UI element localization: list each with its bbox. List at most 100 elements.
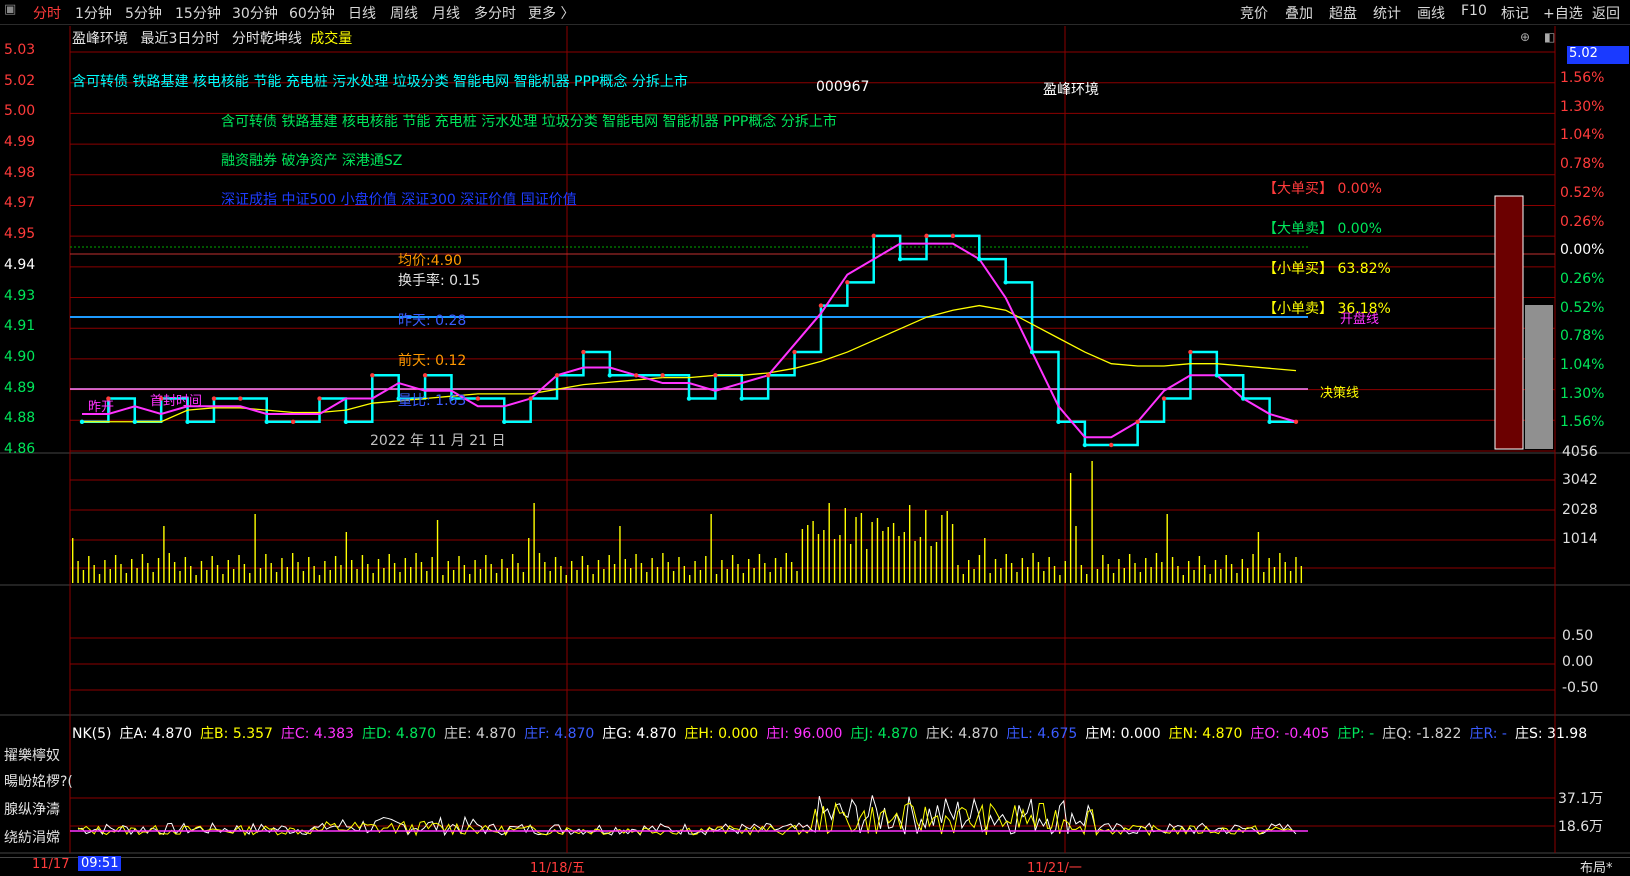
volume-bar: [721, 560, 723, 583]
price-point: [924, 233, 929, 239]
volume-bar: [1187, 561, 1190, 583]
volume-bar: [1252, 554, 1254, 583]
left-axis-label: 4.89: [4, 379, 36, 396]
volume-bar: [1107, 564, 1109, 583]
volume-bar: [823, 530, 825, 583]
volume-bar: [329, 570, 331, 583]
volume-bar: [501, 559, 503, 583]
volume-bar: [447, 561, 449, 583]
left-row-2[interactable]: 暘岎姳椤?(: [4, 771, 73, 791]
left-row-1[interactable]: 擢樂檸奴: [4, 745, 60, 765]
volume-bar: [774, 558, 777, 583]
price-point: [185, 419, 190, 424]
volume-bar: [1000, 568, 1002, 583]
volume-bar: [1096, 569, 1099, 583]
volume-bar: [318, 575, 321, 583]
volume-bar: [1048, 557, 1050, 583]
price-point: [634, 373, 639, 378]
volume-bar: [265, 554, 267, 583]
macd-axis-label: -0.50: [1562, 680, 1599, 696]
volume-bar: [340, 565, 342, 583]
price-point: [1241, 396, 1246, 401]
volume-bar: [651, 558, 653, 583]
left-axis-label: 4.93: [4, 287, 36, 304]
date-axis-bar: [0, 857, 1630, 876]
volume-axis-label: 2028: [1562, 502, 1598, 518]
volume-bar: [855, 517, 857, 583]
volume-bar: [662, 553, 664, 583]
right-axis-label: 0.78%: [1560, 328, 1605, 345]
volume-bar: [629, 568, 632, 583]
volume-bar: [463, 565, 466, 583]
layout-button[interactable]: 布局*: [1580, 857, 1613, 876]
volume-bar: [163, 526, 165, 583]
volume-bar: [1246, 568, 1249, 583]
oscillator-series: [70, 795, 1308, 837]
volume-bar: [141, 554, 144, 583]
volume-bar: [195, 575, 197, 583]
volume-bar: [442, 575, 444, 583]
volume-bar: [1086, 574, 1088, 583]
left-axis-label: 4.98: [4, 164, 36, 181]
left-row-3[interactable]: 腺纵浄濤: [4, 799, 60, 819]
volume-bar: [356, 569, 358, 583]
volume-bar: [1161, 562, 1163, 583]
volume-bar: [1220, 569, 1222, 583]
nk-indicator-line: NK(5) 庄A: 4.870 庄B: 5.357 庄C: 4.383 庄D: 4.87…: [72, 723, 1595, 743]
nk-value: 庄M: 0.000: [1085, 726, 1161, 742]
price-point: [264, 419, 269, 424]
volume-bar: [190, 566, 192, 583]
nk-value: 庄S: 31.98: [1514, 726, 1588, 742]
order-flow-row: 【大单卖】 0.00%: [1263, 218, 1382, 238]
right-axis-label: 0.52%: [1560, 184, 1605, 201]
nk-value: 庄H: 0.000: [684, 726, 759, 742]
volume-bar: [1171, 557, 1174, 583]
order-flow-value: 0.00%: [1333, 181, 1382, 197]
nk-value: 庄C: 4.383: [280, 726, 354, 742]
volume-bar: [114, 555, 117, 583]
volume-bar: [1177, 566, 1179, 583]
volume-bar: [1075, 526, 1077, 583]
volume-bar: [1155, 553, 1158, 583]
volume-bar: [125, 573, 128, 583]
volume-bars: [72, 461, 1303, 583]
price-point: [977, 256, 982, 262]
volume-bar: [887, 527, 889, 583]
smooth-line: [82, 242, 1297, 439]
volume-bar: [866, 549, 868, 583]
volume-bar: [565, 575, 567, 583]
volume-bar: [812, 521, 814, 583]
avg-line: [82, 304, 1297, 423]
nk-value: 庄Q: -1.822: [1382, 726, 1462, 742]
main-chart[interactable]: [0, 0, 1630, 875]
volume-bar: [1069, 473, 1072, 583]
right-axis-label: 0.52%: [1560, 299, 1605, 316]
volume-bar: [410, 567, 412, 583]
nk-value: 庄G: 4.870: [602, 726, 677, 742]
right-axis-label: 1.30%: [1560, 98, 1605, 115]
volume-bar: [919, 537, 922, 583]
volume-bar: [1032, 553, 1034, 583]
right-axis-label: 0.78%: [1560, 156, 1605, 173]
price-point: [607, 373, 613, 378]
volume-bar: [587, 565, 589, 583]
nk-value: 庄I: 96.000: [766, 726, 843, 742]
volume-bar: [426, 571, 428, 583]
volume-bar: [640, 563, 643, 583]
price-point: [818, 303, 824, 308]
volume-bar: [678, 557, 680, 583]
yesterday-value: 昨天: 0.28: [398, 313, 467, 329]
volume-bar: [275, 572, 278, 583]
left-axis-label: 5.02: [4, 72, 36, 89]
volume-bar: [334, 556, 337, 583]
concept-tags-2: 含可转债 铁路基建 核电核能 节能 充电桩 污水处理 垃圾分类 智能电网 智能机…: [221, 114, 837, 130]
volume-bar: [313, 566, 315, 583]
volume-bar: [72, 538, 74, 583]
left-row-4[interactable]: 绕紡涓嫦: [4, 827, 60, 847]
volume-bar: [1284, 562, 1286, 583]
volume-bar: [1118, 559, 1120, 583]
volume-bar: [608, 555, 610, 583]
volume-bar: [1080, 565, 1083, 583]
left-axis-label: 4.86: [4, 441, 36, 457]
left-axis-label: 4.99: [4, 134, 36, 151]
